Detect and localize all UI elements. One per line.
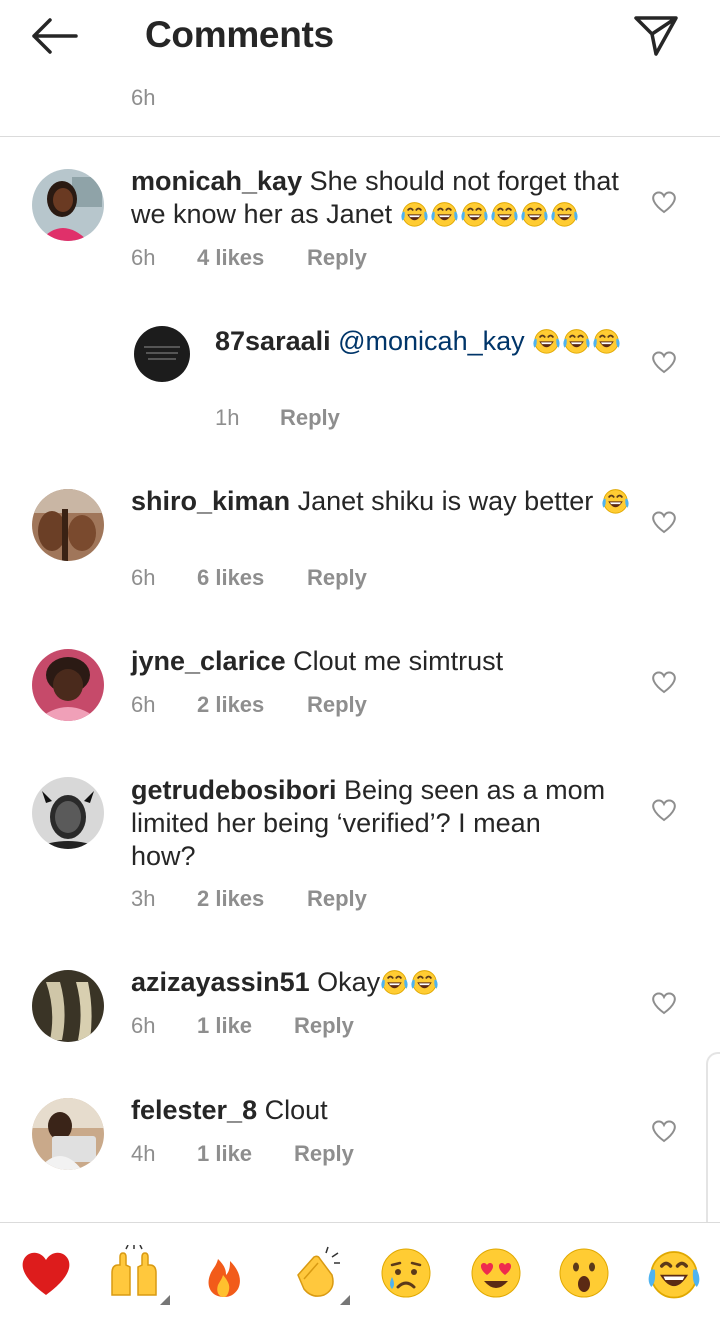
comment-body: Okay [317,967,381,997]
avatar[interactable] [32,970,104,1042]
comment-likes[interactable]: 6 likes [197,565,307,591]
avatar[interactable] [32,169,104,241]
comment-meta: 3h 2 likes Reply [131,886,367,912]
comment-text: shiro_kiman Janet shiku is way better [131,485,631,518]
reply-button[interactable]: Reply [307,565,367,591]
comment-time: 6h [131,1013,156,1038]
comment-likes[interactable]: 2 likes [197,692,307,718]
comment-time: 4h [131,1141,156,1166]
fire-emoji[interactable] [196,1245,252,1301]
heart-emoji[interactable] [18,1245,74,1301]
comment-meta: 1h Reply [215,405,340,431]
comment-username[interactable]: jyne_clarice [131,646,286,676]
comment-text: 87saraali @monicah_kay [215,325,625,358]
crying-face-emoji[interactable] [378,1245,434,1301]
comment-username[interactable]: 87saraali [215,326,331,356]
comment-time: 6h [131,565,156,590]
comment-likes[interactable]: 1 like [197,1013,294,1039]
divider [0,136,720,137]
tears-of-joy-emoji[interactable] [646,1245,702,1301]
comment-text: azizayassin51 Okay [131,966,631,999]
comment-meta: 6h 1 like Reply [131,1013,354,1039]
comment-time: 3h [131,886,156,911]
comment-text: getrudebosibori Being seen as a mom limi… [131,774,631,873]
clapping-hands-emoji[interactable] [288,1245,344,1301]
avatar[interactable] [32,649,104,721]
comment-body-line: how? [131,841,196,871]
heart-icon[interactable] [650,669,678,695]
reply-button[interactable]: Reply [294,1141,354,1167]
comment-likes[interactable]: 4 likes [197,245,307,271]
comment-time: 6h [131,692,156,717]
reply-button[interactable]: Reply [294,1013,354,1039]
comment-likes[interactable]: 2 likes [197,886,307,912]
comment-body: Janet shiku is way better [297,486,594,516]
heart-icon[interactable] [650,1118,678,1144]
reply-button[interactable]: Reply [307,886,367,912]
page-title: Comments [145,14,334,55]
heart-icon[interactable] [650,189,678,215]
app-header: Comments [0,0,720,70]
comment-username[interactable]: getrudebosibori [131,775,337,805]
comment-username[interactable]: monicah_kay [131,166,302,196]
comment-body: Clout [264,1095,328,1125]
comment-username[interactable]: shiro_kiman [131,486,290,516]
comment-time: 6h [131,245,156,270]
heart-eyes-emoji[interactable] [468,1245,524,1301]
heart-icon[interactable] [650,797,678,823]
tears-of-joy-emoji-group [380,967,440,997]
avatar[interactable] [32,777,104,849]
comment-time: 1h [215,405,240,430]
back-arrow-icon[interactable] [28,14,84,58]
comment-meta: 6h 2 likes Reply [131,692,367,718]
comment-body-line: limited her being ‘verified’? I mean [131,808,541,838]
comment-text: felester_8 Clout [131,1094,631,1127]
comment-text: jyne_clarice Clout me simtrust [131,645,631,678]
mention-link[interactable]: @monicah_kay [338,326,525,356]
comment-meta: 6h 4 likes Reply [131,245,367,271]
comment-text: monicah_kay She should not forget that w… [131,165,631,231]
avatar[interactable] [32,1098,104,1170]
tears-of-joy-emoji-group [532,326,622,356]
comment-body: Clout me simtrust [293,646,504,676]
comment-meta: 4h 1 like Reply [131,1141,354,1167]
comment-likes[interactable]: 1 like [197,1141,294,1167]
surprised-face-emoji[interactable] [556,1245,612,1301]
variant-indicator-icon [340,1295,350,1305]
avatar[interactable] [32,489,104,561]
reply-button[interactable]: Reply [307,692,367,718]
avatar[interactable] [134,326,190,382]
comment-body-line: Being seen as a mom [344,775,606,805]
comment-username[interactable]: azizayassin51 [131,967,310,997]
previous-comment-time: 6h [131,85,156,108]
heart-icon[interactable] [650,990,678,1016]
heart-icon[interactable] [650,349,678,375]
quick-reaction-bar [0,1223,720,1323]
comment-meta: 6h 6 likes Reply [131,565,367,591]
variant-indicator-icon [160,1295,170,1305]
reply-button[interactable]: Reply [307,245,367,271]
raised-hands-emoji[interactable] [106,1244,162,1301]
heart-icon[interactable] [650,509,678,535]
tears-of-joy-emoji [601,486,631,516]
comment-username[interactable]: felester_8 [131,1095,257,1125]
reply-button[interactable]: Reply [280,405,340,431]
direct-send-icon[interactable] [628,10,684,60]
tears-of-joy-emoji-group [400,199,580,229]
